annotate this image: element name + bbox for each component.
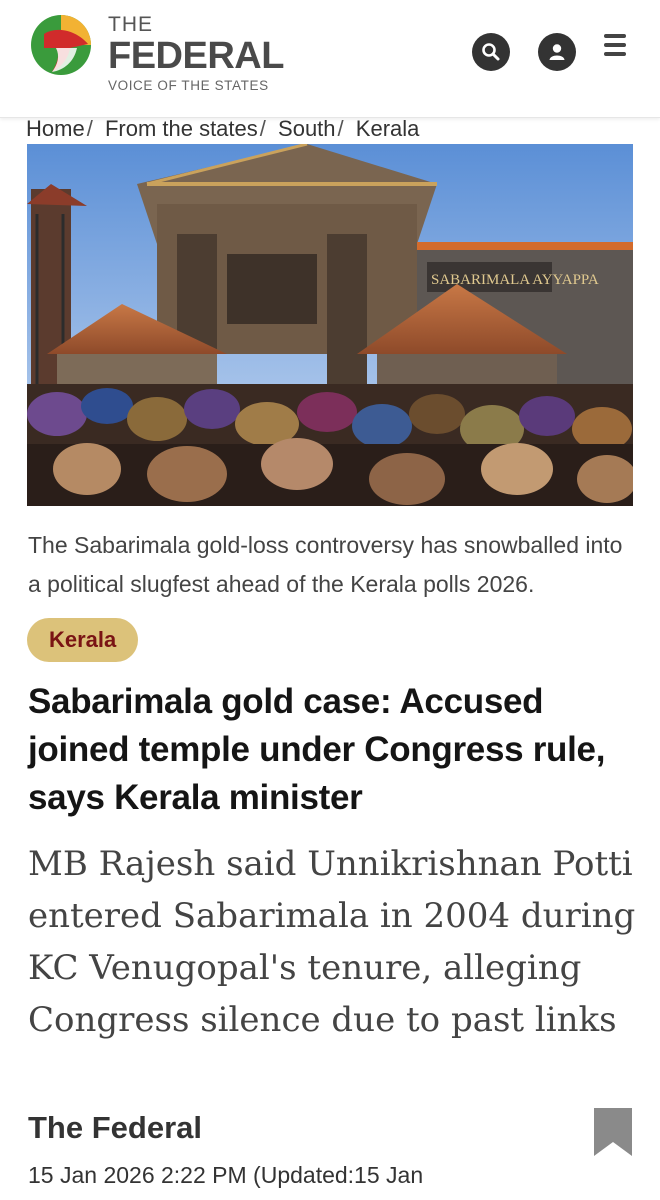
category-tag[interactable]: Kerala (27, 618, 139, 662)
account-button[interactable] (538, 33, 576, 71)
brand-wordmark[interactable]: THE FEDERAL VOICE OF THE STATES (108, 13, 284, 94)
site-header: THE FEDERAL VOICE OF THE STATES (0, 0, 660, 118)
menu-bar (604, 52, 626, 56)
breadcrumb-home[interactable]: Home (26, 116, 85, 141)
brand-tagline: VOICE OF THE STATES (108, 78, 269, 93)
temple-crowd-photo: SABARIMALA AYYAPPA (27, 144, 633, 506)
breadcrumb-from-the-states[interactable]: From the states (105, 116, 258, 141)
breadcrumb-separator: / (86, 116, 93, 141)
user-icon (549, 44, 565, 60)
bookmark-icon[interactable] (592, 1106, 634, 1158)
breadcrumb-south[interactable]: South (278, 116, 336, 141)
breadcrumb-separator: / (337, 116, 344, 141)
breadcrumb-separator: / (259, 116, 266, 141)
menu-bar (604, 43, 626, 47)
brand-the: THE (108, 13, 153, 36)
article-headline: Sabarimala gold case: Accused joined tem… (28, 682, 606, 817)
hamburger-menu-icon[interactable] (604, 34, 632, 58)
breadcrumb-kerala[interactable]: Kerala (356, 116, 420, 141)
menu-bar (604, 34, 626, 38)
search-button[interactable] (472, 33, 510, 71)
breadcrumb: Home/ From the states/ South/ Kerala (26, 116, 419, 142)
brand-logo-icon[interactable] (30, 14, 92, 76)
brand-name: FEDERAL (108, 35, 284, 77)
author-byline[interactable]: The Federal (28, 1110, 202, 1146)
article-summary: MB Rajesh said Unnikrishnan Potti entere… (28, 844, 636, 1040)
hero-image[interactable]: SABARIMALA AYYAPPA (27, 144, 633, 506)
image-caption: The Sabarimala gold-loss controversy has… (28, 532, 623, 597)
publish-date: 15 Jan 2026 2:22 PM (Updated:15 Jan (28, 1162, 424, 1188)
search-icon (482, 43, 500, 61)
